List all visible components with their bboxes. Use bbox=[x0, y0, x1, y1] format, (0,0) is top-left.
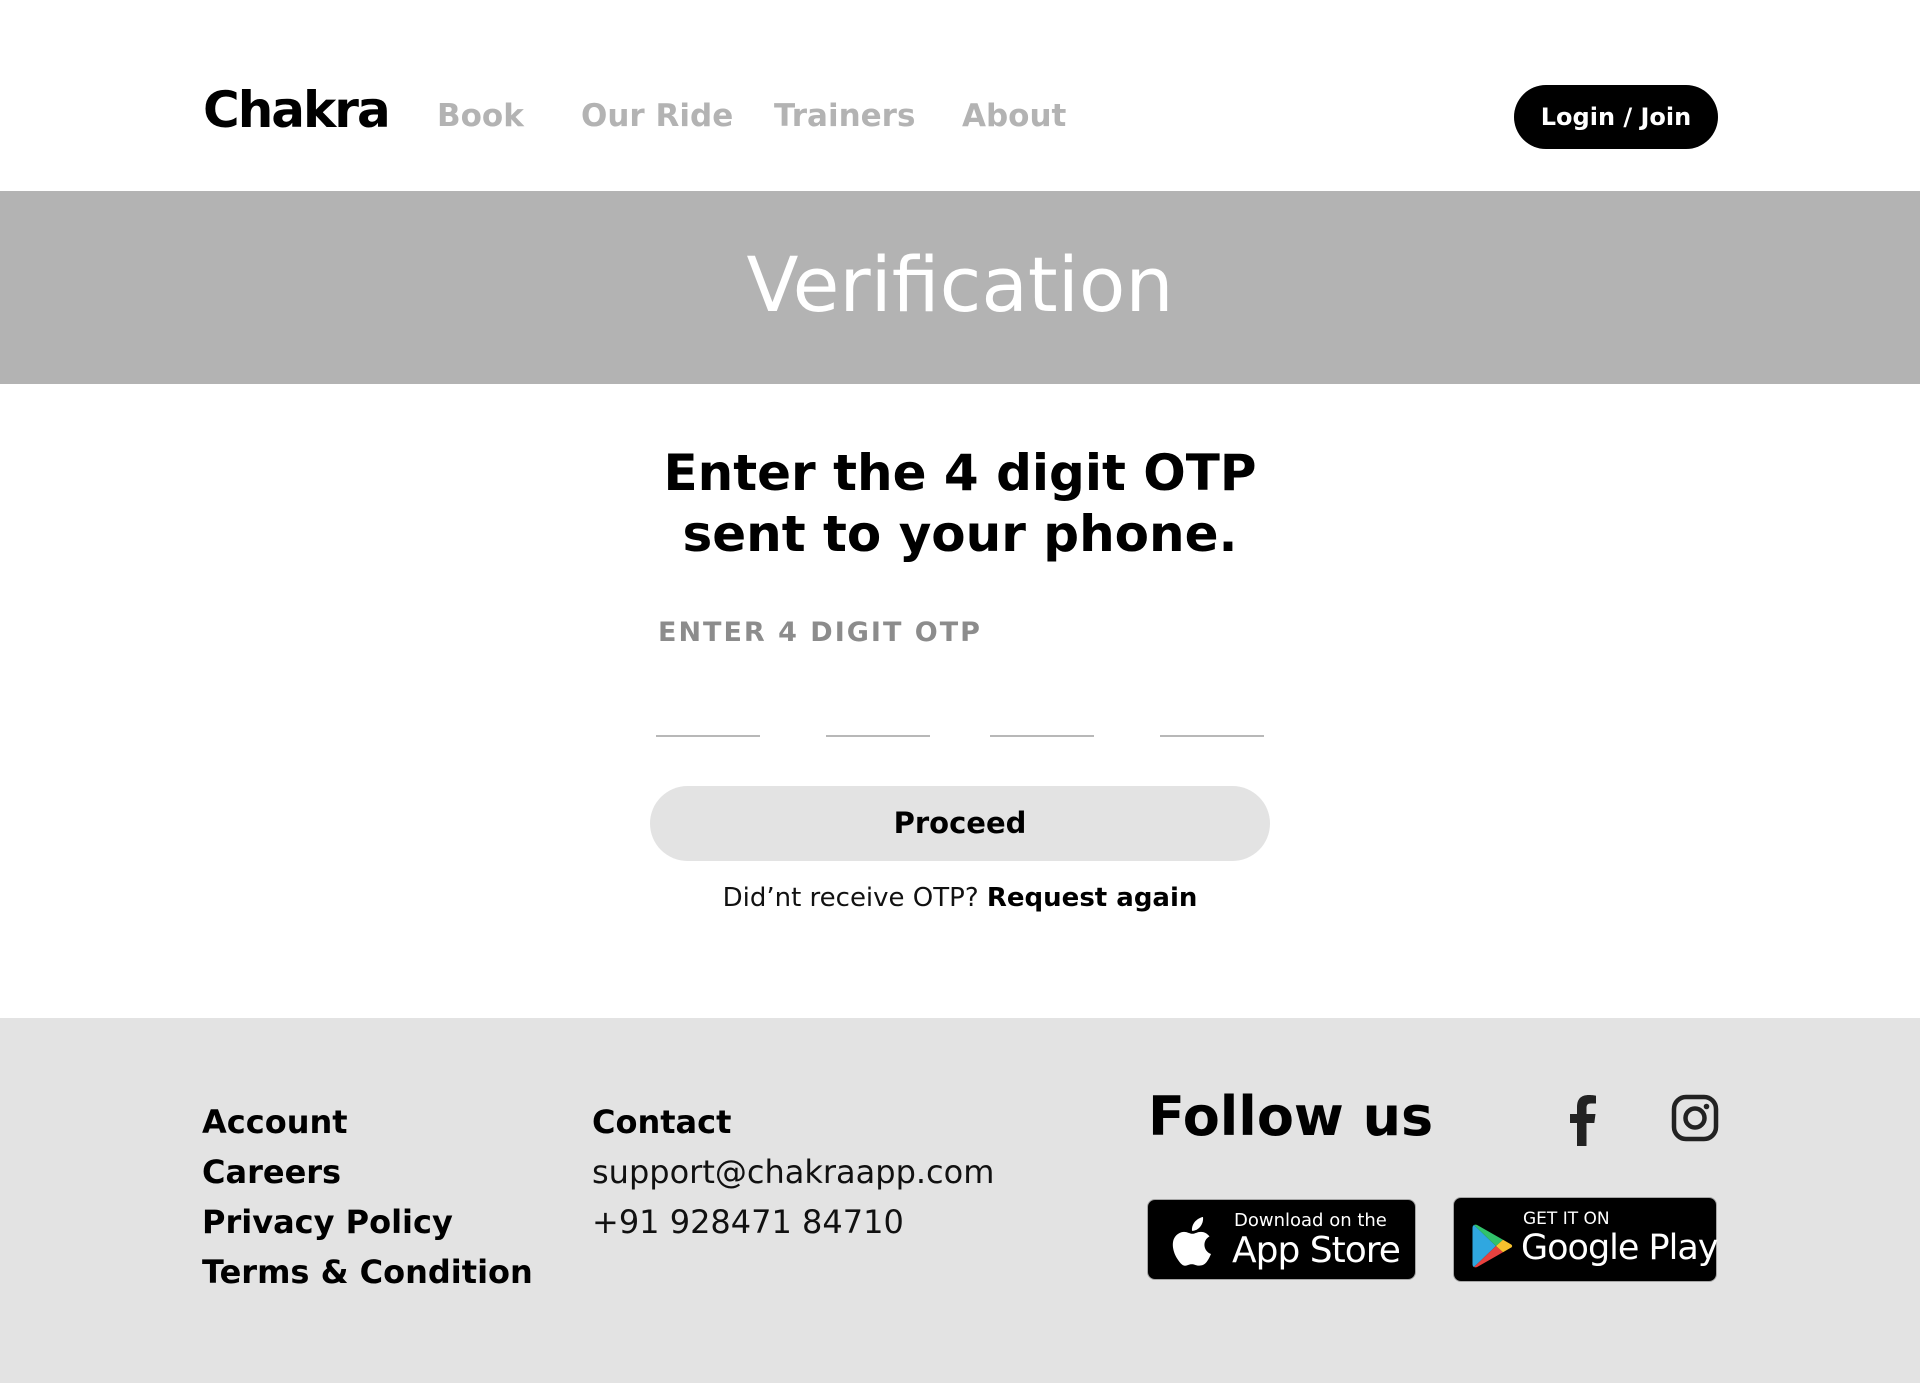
footer-link-account[interactable]: Account bbox=[202, 1102, 348, 1142]
otp-heading-line1: Enter the 4 digit OTP bbox=[663, 444, 1257, 502]
app-store-badge[interactable]: Download on the App Store bbox=[1147, 1199, 1416, 1280]
footer-link-privacy-policy[interactable]: Privacy Policy bbox=[202, 1202, 453, 1242]
site-footer: Account Careers Privacy Policy Terms & C… bbox=[0, 1018, 1920, 1383]
contact-heading: Contact bbox=[592, 1103, 732, 1141]
otp-digit-1-input[interactable] bbox=[656, 680, 760, 737]
resend-otp-line: Did’nt receive OTP? Request again bbox=[0, 880, 1920, 916]
footer-link-terms[interactable]: Terms & Condition bbox=[202, 1252, 533, 1292]
otp-digit-4-input[interactable] bbox=[1160, 680, 1264, 737]
otp-heading: Enter the 4 digit OTP sent to your phone… bbox=[560, 443, 1360, 565]
nav-link-trainers[interactable]: Trainers bbox=[774, 96, 915, 136]
apple-icon bbox=[1170, 1214, 1218, 1268]
otp-digit-2-input[interactable] bbox=[826, 680, 930, 737]
footer-link-careers[interactable]: Careers bbox=[202, 1152, 341, 1192]
google-play-small-text: GET IT ON bbox=[1523, 1209, 1610, 1229]
brand-logo[interactable]: Chakra bbox=[203, 78, 391, 142]
app-store-big-text: App Store bbox=[1232, 1230, 1401, 1271]
page-banner: Verification bbox=[0, 191, 1920, 384]
google-play-badge[interactable]: GET IT ON Google Play bbox=[1453, 1197, 1719, 1282]
otp-digit-3-input[interactable] bbox=[990, 680, 1094, 737]
follow-us-heading: Follow us bbox=[1148, 1085, 1434, 1148]
google-play-big-text: Google Play bbox=[1521, 1228, 1719, 1268]
nav-link-book[interactable]: Book bbox=[437, 96, 524, 136]
google-play-icon bbox=[1472, 1223, 1514, 1269]
site-header: Chakra Book Our Ride Trainers About Logi… bbox=[0, 0, 1920, 191]
otp-field-label: ENTER 4 DIGIT OTP bbox=[658, 617, 982, 648]
app-store-small-text: Download on the bbox=[1234, 1210, 1387, 1231]
nav-link-about[interactable]: About bbox=[962, 96, 1066, 136]
login-join-button[interactable]: Login / Join bbox=[1514, 85, 1718, 149]
otp-heading-line2: sent to your phone. bbox=[682, 505, 1238, 563]
proceed-button[interactable]: Proceed bbox=[650, 786, 1270, 861]
resend-prompt-text: Did’nt receive OTP? bbox=[722, 883, 979, 913]
nav-link-our-ride[interactable]: Our Ride bbox=[581, 96, 733, 136]
instagram-icon[interactable] bbox=[1671, 1094, 1719, 1142]
contact-email-link[interactable]: support@chakraapp.com bbox=[592, 1152, 994, 1192]
page-title: Verification bbox=[746, 240, 1174, 329]
request-again-link[interactable]: Request again bbox=[987, 883, 1198, 913]
contact-phone-link[interactable]: +91 928471 84710 bbox=[592, 1202, 904, 1242]
facebook-icon[interactable] bbox=[1562, 1094, 1602, 1146]
